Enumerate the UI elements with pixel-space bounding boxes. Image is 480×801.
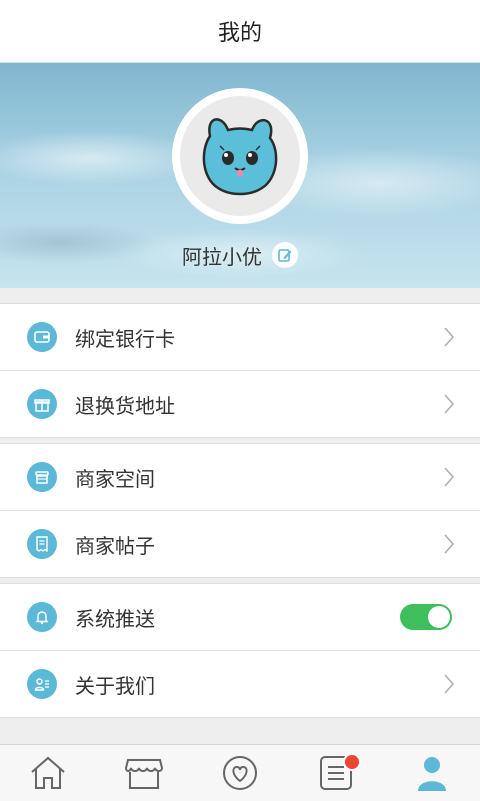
chevron-right-icon (444, 327, 455, 347)
menu-item-merchant-space[interactable]: 商家空间 (0, 444, 480, 510)
username: 阿拉小优 (182, 244, 262, 269)
edit-profile-button[interactable] (272, 242, 298, 268)
chevron-right-icon (444, 674, 455, 694)
menu-item-merchant-posts[interactable]: 商家帖子 (0, 510, 480, 577)
menu-item-label: 系统推送 (75, 606, 155, 631)
menu-group-account: 绑定银行卡 退换货地址 (0, 303, 480, 438)
menu-item-label: 退换货地址 (75, 393, 175, 418)
contact-card-icon (27, 669, 57, 699)
menu-item-return-address[interactable]: 退换货地址 (0, 370, 480, 437)
nav-favorites[interactable] (192, 745, 288, 801)
chevron-right-icon (444, 394, 455, 414)
nav-profile[interactable] (384, 745, 480, 801)
bottom-nav (0, 744, 480, 801)
home-icon (31, 756, 65, 789)
menu-item-about-us[interactable]: 关于我们 (0, 650, 480, 717)
menu-item-system-push: 系统推送 (0, 584, 480, 650)
menu-group-system: 系统推送 关于我们 (0, 583, 480, 718)
rabbit-mascot-avatar (180, 96, 300, 216)
edit-icon (278, 249, 292, 262)
menu-group-merchant: 商家空间 商家帖子 (0, 443, 480, 578)
nav-home[interactable] (0, 745, 96, 801)
toggle-knob (428, 606, 450, 628)
system-push-toggle[interactable] (400, 604, 452, 630)
menu-item-label: 商家空间 (75, 466, 155, 491)
avatar[interactable] (172, 88, 308, 224)
chevron-right-icon (444, 467, 455, 487)
receipt-icon (27, 529, 57, 559)
notification-badge (343, 753, 361, 771)
heart-icon (223, 756, 257, 790)
chevron-right-icon (444, 534, 455, 554)
menu-item-label: 关于我们 (75, 673, 155, 698)
user-icon (418, 757, 446, 791)
menu-item-label: 商家帖子 (75, 533, 155, 558)
nav-orders[interactable] (288, 745, 384, 801)
username-row: 阿拉小优 (0, 240, 480, 270)
page-title: 我的 (217, 21, 262, 46)
top-bar: 我的 (0, 0, 480, 63)
bell-icon (27, 602, 57, 632)
gift-icon (27, 389, 57, 419)
menu-item-label: 绑定银行卡 (75, 326, 175, 351)
shop-icon (124, 759, 164, 789)
menu-item-bind-bank-card[interactable]: 绑定银行卡 (0, 304, 480, 370)
nav-shop[interactable] (96, 745, 192, 801)
wallet-icon (27, 322, 57, 352)
store-icon (27, 462, 57, 492)
profile-header: 阿拉小优 (0, 63, 480, 288)
